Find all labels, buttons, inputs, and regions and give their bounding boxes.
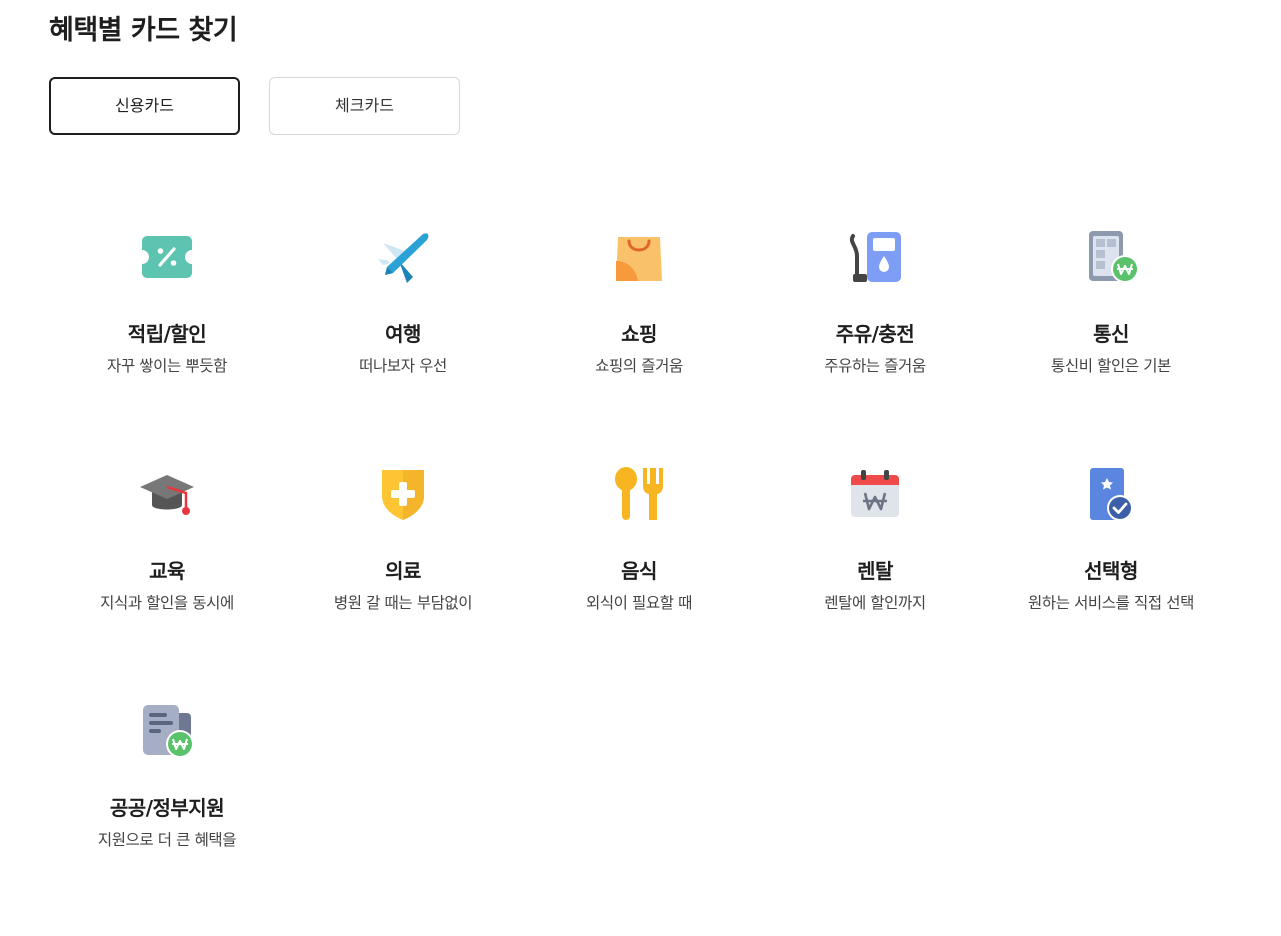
benefit-category-grid: 적립/할인 자꾸 쌓이는 뿌듯함 여행 떠나보자 우선 쇼핑 쇼핑의 즐거움 주… — [49, 225, 1229, 936]
category-description: 외식이 필요할 때 — [585, 594, 693, 612]
category-savings-discount[interactable]: 적립/할인 자꾸 쌓이는 뿌듯함 — [49, 225, 285, 462]
category-description: 주유하는 즐거움 — [824, 357, 926, 375]
category-description: 자꾸 쌓이는 뿌듯함 — [107, 357, 227, 375]
category-selectable[interactable]: 선택형 원하는 서비스를 직접 선택 — [993, 462, 1229, 699]
category-medical[interactable]: 의료 병원 갈 때는 부담없이 — [285, 462, 521, 699]
category-name: 통신 — [1093, 322, 1129, 346]
tab-check-card[interactable]: 체크카드 — [269, 77, 460, 135]
spoon-fork-icon — [609, 462, 669, 526]
airplane-icon — [373, 225, 433, 289]
category-description: 쇼핑의 즐거움 — [595, 357, 683, 375]
category-name: 적립/할인 — [127, 322, 207, 346]
category-name: 렌탈 — [857, 559, 893, 583]
category-name: 쇼핑 — [621, 322, 657, 346]
category-name: 의료 — [385, 559, 421, 583]
category-name: 공공/정부지원 — [109, 796, 225, 820]
category-telecom[interactable]: 통신 통신비 할인은 기본 — [993, 225, 1229, 462]
category-name: 교육 — [149, 559, 185, 583]
category-education[interactable]: 교육 지식과 할인을 동시에 — [49, 462, 285, 699]
category-rental[interactable]: 렌탈 렌탈에 할인까지 — [757, 462, 993, 699]
category-description: 통신비 할인은 기본 — [1051, 357, 1171, 375]
medical-shield-icon — [373, 462, 433, 526]
graduation-cap-icon — [137, 462, 197, 526]
calendar-won-icon — [845, 462, 905, 526]
category-shopping[interactable]: 쇼핑 쇼핑의 즐거움 — [521, 225, 757, 462]
category-description: 떠나보자 우선 — [359, 357, 447, 375]
phone-won-icon — [1081, 225, 1141, 289]
tab-credit-card[interactable]: 신용카드 — [49, 77, 240, 135]
category-name: 여행 — [385, 322, 421, 346]
category-description: 지원으로 더 큰 혜택을 — [97, 831, 237, 849]
card-type-tabs: 신용카드 체크카드 — [49, 77, 460, 135]
card-check-icon — [1081, 462, 1141, 526]
category-fuel-charging[interactable]: 주유/충전 주유하는 즐거움 — [757, 225, 993, 462]
category-description: 병원 갈 때는 부담없이 — [333, 594, 473, 612]
shopping-bag-icon — [609, 225, 669, 289]
category-name: 주유/충전 — [835, 322, 915, 346]
document-won-icon — [137, 699, 197, 763]
category-travel[interactable]: 여행 떠나보자 우선 — [285, 225, 521, 462]
category-description: 지식과 할인을 동시에 — [100, 594, 234, 612]
category-description: 렌탈에 할인까지 — [824, 594, 926, 612]
fuel-pump-icon — [845, 225, 905, 289]
page-title: 혜택별 카드 찾기 — [49, 15, 238, 46]
category-name: 선택형 — [1084, 559, 1138, 583]
coupon-icon — [137, 225, 197, 289]
category-public-government[interactable]: 공공/정부지원 지원으로 더 큰 혜택을 — [49, 699, 285, 936]
category-food[interactable]: 음식 외식이 필요할 때 — [521, 462, 757, 699]
category-description: 원하는 서비스를 직접 선택 — [1027, 594, 1195, 612]
category-name: 음식 — [621, 559, 657, 583]
